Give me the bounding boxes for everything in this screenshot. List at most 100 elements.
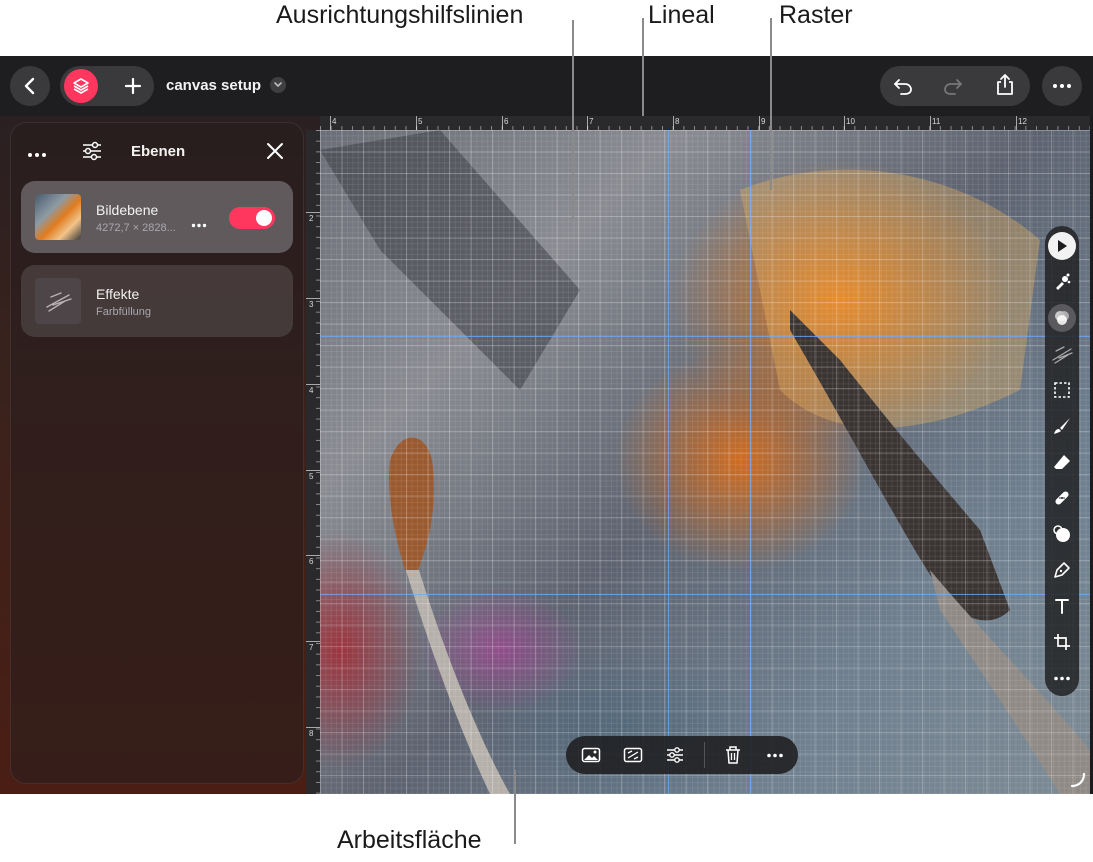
brush-icon: [1054, 418, 1070, 434]
panel-settings-button[interactable]: [81, 141, 103, 166]
text-icon: [1055, 599, 1069, 614]
more-button[interactable]: [1042, 66, 1082, 106]
bandage-icon: [1055, 491, 1069, 505]
undo-icon: [894, 79, 912, 95]
leader-guides: [572, 20, 574, 220]
alignment-guide-horizontal[interactable]: [320, 336, 1090, 337]
ruler-number: 7: [589, 117, 594, 126]
ruler-number: 3: [309, 300, 314, 309]
pointer-icon: [1058, 240, 1067, 252]
eraser-icon: [1054, 455, 1070, 469]
redo-button[interactable]: [936, 69, 970, 103]
transform-button[interactable]: [620, 742, 646, 768]
layer-options-button[interactable]: [191, 215, 207, 233]
selection-marquee-icon: [1054, 382, 1070, 398]
leader-ruler: [642, 18, 644, 116]
back-button[interactable]: [10, 66, 50, 106]
pen-icon: [1054, 562, 1070, 578]
close-icon: [267, 143, 283, 159]
ellipsis-icon: [1054, 676, 1070, 680]
app-window: 4 5 6 7 8 9 10 11 12 2 3 4 5 6 7 8 canva…: [0, 56, 1093, 794]
ruler-number: 6: [309, 557, 314, 566]
adjustments-button[interactable]: [662, 742, 688, 768]
ruler-number: 4: [309, 386, 314, 395]
tool-paint[interactable]: [1048, 268, 1076, 296]
callout-ruler: Lineal: [648, 1, 715, 29]
layer-thumbnail: [35, 194, 81, 240]
ellipsis-icon: [767, 753, 783, 757]
document-menu-button[interactable]: [270, 77, 286, 93]
panel-more-button[interactable]: [27, 145, 47, 163]
layer-name: Effekte: [96, 286, 140, 302]
ruler-number: 8: [309, 729, 314, 738]
toolbar-divider: [704, 742, 705, 768]
leader-grid: [770, 18, 772, 190]
photo-icon: [581, 747, 601, 763]
ruler-number: 5: [309, 472, 314, 481]
tool-text[interactable]: [1048, 592, 1076, 620]
image-button[interactable]: [578, 742, 604, 768]
ruler-number: 10: [846, 117, 855, 126]
tool-clone[interactable]: [1048, 520, 1076, 548]
share-button[interactable]: [988, 68, 1022, 102]
layers-icon: [73, 78, 89, 94]
ruler-number: 9: [761, 117, 766, 126]
alignment-guide-vertical[interactable]: [750, 130, 751, 794]
crop-icon: [1054, 634, 1070, 650]
transform-icon: [623, 747, 643, 763]
layer-dimensions: 4272,7 × 2828...: [96, 222, 176, 234]
tool-brush[interactable]: [1048, 412, 1076, 440]
toggle-knob: [256, 210, 272, 226]
tool-more[interactable]: [1048, 664, 1076, 692]
share-icon: [997, 74, 1013, 95]
tool-select[interactable]: [1048, 232, 1076, 260]
plus-icon: [124, 77, 142, 95]
panel-close-button[interactable]: [265, 141, 285, 166]
layer-visibility-toggle[interactable]: [229, 207, 275, 229]
sliders-icon: [83, 141, 101, 161]
effects-icon: [1052, 346, 1073, 364]
ruler-horizontal[interactable]: 4 5 6 7 8 9 10 11 12: [320, 116, 1090, 130]
chevron-left-icon: [24, 77, 35, 95]
splatter-icon: [1056, 273, 1071, 290]
undo-button[interactable]: [886, 69, 920, 103]
tool-repair[interactable]: [1048, 484, 1076, 512]
layer-subtitle: Farbfüllung: [96, 306, 152, 318]
callout-grid: Raster: [779, 1, 853, 29]
layer-item-image[interactable]: Bildebene 4272,7 × 2828...: [21, 181, 293, 253]
tool-eraser[interactable]: [1048, 448, 1076, 476]
layer-item-effects[interactable]: Effekte Farbfüllung: [21, 265, 293, 337]
ruler-number: 7: [309, 643, 314, 652]
ellipsis-icon: [1053, 84, 1071, 88]
ruler-number: 11: [932, 117, 941, 126]
tools-rail: [1045, 226, 1079, 696]
ruler-number: 12: [1018, 117, 1027, 126]
ruler-vertical[interactable]: 2 3 4 5 6 7 8: [306, 130, 320, 794]
document-title[interactable]: canvas setup: [166, 77, 261, 94]
tool-crop[interactable]: [1048, 628, 1076, 656]
tool-effects[interactable]: [1048, 340, 1076, 368]
tool-adjust[interactable]: [1048, 304, 1076, 332]
color-adjust-icon: [1055, 311, 1069, 325]
trash-icon: [726, 746, 740, 764]
alignment-guide-horizontal[interactable]: [320, 594, 1090, 595]
chevron-down-icon: [274, 82, 282, 88]
tool-pen[interactable]: [1048, 556, 1076, 584]
delete-button[interactable]: [720, 742, 746, 768]
leader-canvas: [514, 770, 516, 844]
resize-handle-icon[interactable]: [1070, 772, 1086, 788]
ellipsis-icon: [191, 223, 207, 228]
sliders-icon: [667, 747, 683, 763]
alignment-guide-vertical[interactable]: [668, 130, 669, 794]
canvas[interactable]: [320, 130, 1090, 794]
context-more-button[interactable]: [762, 742, 788, 768]
layers-panel: Ebenen Bildebene 4272,7 × 2828... Effekt…: [10, 122, 304, 784]
ruler-number: 2: [309, 214, 314, 223]
tool-selection[interactable]: [1048, 376, 1076, 404]
ruler-number: 6: [504, 117, 509, 126]
ruler-number: 8: [675, 117, 680, 126]
effects-icon: [46, 292, 72, 312]
top-toolbar: canvas setup: [0, 56, 1093, 116]
add-button[interactable]: [116, 69, 150, 103]
layers-button[interactable]: [64, 69, 98, 103]
